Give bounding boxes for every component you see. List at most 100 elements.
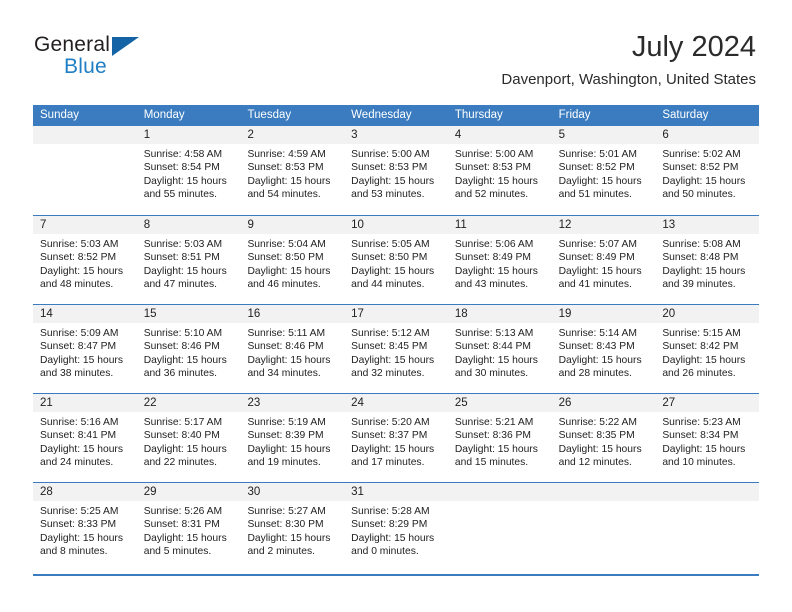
daylight-text-line1: Daylight: 15 hours	[454, 354, 538, 366]
daylight-text-line2: and 15 minutes.	[454, 457, 529, 469]
day-details: Sunrise: 5:14 AM Sunset: 8:43 PM Dayligh…	[552, 323, 656, 381]
day-cell[interactable]: 22 Sunrise: 5:17 AM Sunset: 8:40 PM Dayl…	[136, 394, 241, 482]
week-row: 21 Sunrise: 5:16 AM Sunset: 8:41 PM Dayl…	[33, 393, 760, 482]
daylight-text-line1: Daylight: 15 hours	[454, 443, 538, 455]
day-cell[interactable]: 10 Sunrise: 5:05 AM Sunset: 8:50 PM Dayl…	[344, 216, 448, 304]
day-number: 12	[551, 216, 656, 234]
day-cell[interactable]: 5 Sunrise: 5:01 AM Sunset: 8:52 PM Dayli…	[551, 126, 656, 215]
sunset-text: Sunset: 8:51 PM	[143, 252, 220, 264]
daylight-text-line2: and 50 minutes.	[662, 189, 736, 201]
day-cell[interactable]: 2 Sunrise: 4:59 AM Sunset: 8:53 PM Dayli…	[240, 126, 345, 215]
day-cell[interactable]	[655, 483, 760, 571]
week-row: 1 Sunrise: 4:58 AM Sunset: 8:54 PM Dayli…	[33, 126, 760, 215]
day-cell[interactable]: 29 Sunrise: 5:26 AM Sunset: 8:31 PM Dayl…	[136, 483, 241, 571]
day-cell[interactable]: 21 Sunrise: 5:16 AM Sunset: 8:41 PM Dayl…	[33, 394, 137, 482]
day-cell[interactable]: 6 Sunrise: 5:02 AM Sunset: 8:52 PM Dayli…	[655, 126, 760, 215]
sunset-text: Sunset: 8:53 PM	[247, 162, 324, 174]
sunset-text: Sunset: 8:29 PM	[351, 519, 428, 531]
sunrise-text: Sunrise: 5:21 AM	[454, 417, 534, 428]
daylight-text-line2: and 43 minutes.	[454, 279, 529, 291]
sunset-text: Sunset: 8:33 PM	[40, 519, 117, 531]
day-number: 23	[240, 394, 345, 412]
weekday-header-monday: Monday	[143, 109, 185, 121]
day-details: Sunrise: 5:21 AM Sunset: 8:36 PM Dayligh…	[448, 412, 552, 470]
day-number: 24	[344, 394, 448, 412]
week-row: 28 Sunrise: 5:25 AM Sunset: 8:33 PM Dayl…	[33, 482, 760, 571]
sunset-text: Sunset: 8:46 PM	[247, 341, 324, 353]
day-number: 21	[33, 394, 137, 412]
day-cell[interactable]: 8 Sunrise: 5:03 AM Sunset: 8:51 PM Dayli…	[136, 216, 241, 304]
day-cell[interactable]	[33, 126, 137, 215]
daylight-text-line1: Daylight: 15 hours	[662, 443, 746, 455]
daylight-text-line1: Daylight: 15 hours	[351, 265, 435, 277]
day-number: 10	[344, 216, 448, 234]
general-blue-logo[interactable]: General Blue	[34, 33, 174, 85]
sunrise-text: Sunrise: 5:09 AM	[40, 328, 119, 339]
triangle-icon	[112, 37, 139, 56]
daylight-text-line2: and 32 minutes.	[351, 368, 425, 380]
day-cell[interactable]: 30 Sunrise: 5:27 AM Sunset: 8:30 PM Dayl…	[240, 483, 345, 571]
day-cell[interactable]	[551, 483, 656, 571]
day-cell[interactable]: 25 Sunrise: 5:21 AM Sunset: 8:36 PM Dayl…	[447, 394, 552, 482]
sunrise-text: Sunrise: 5:22 AM	[558, 417, 638, 428]
daylight-text-line1: Daylight: 15 hours	[351, 354, 435, 366]
day-number: 19	[551, 305, 656, 323]
sunrise-text: Sunrise: 5:23 AM	[662, 417, 741, 428]
day-cell[interactable]: 13 Sunrise: 5:08 AM Sunset: 8:48 PM Dayl…	[655, 216, 760, 304]
daylight-text-line2: and 51 minutes.	[558, 189, 632, 201]
day-cell[interactable]: 15 Sunrise: 5:10 AM Sunset: 8:46 PM Dayl…	[136, 305, 241, 393]
day-number: 26	[551, 394, 656, 412]
daylight-text-line1: Daylight: 15 hours	[143, 354, 227, 366]
daylight-text-line1: Daylight: 15 hours	[247, 354, 331, 366]
daylight-text-line1: Daylight: 15 hours	[40, 532, 123, 544]
day-cell[interactable]: 24 Sunrise: 5:20 AM Sunset: 8:37 PM Dayl…	[344, 394, 448, 482]
day-cell[interactable]: 16 Sunrise: 5:11 AM Sunset: 8:46 PM Dayl…	[240, 305, 345, 393]
day-cell[interactable]: 28 Sunrise: 5:25 AM Sunset: 8:33 PM Dayl…	[33, 483, 137, 571]
sunrise-text: Sunrise: 4:58 AM	[143, 149, 223, 160]
day-number: 29	[136, 483, 241, 501]
day-cell[interactable]: 14 Sunrise: 5:09 AM Sunset: 8:47 PM Dayl…	[33, 305, 137, 393]
day-details: Sunrise: 5:03 AM Sunset: 8:51 PM Dayligh…	[137, 234, 241, 292]
day-details: Sunrise: 5:03 AM Sunset: 8:52 PM Dayligh…	[33, 234, 137, 292]
day-number: 22	[136, 394, 241, 412]
day-cell[interactable]: 23 Sunrise: 5:19 AM Sunset: 8:39 PM Dayl…	[240, 394, 345, 482]
day-cell[interactable]: 27 Sunrise: 5:23 AM Sunset: 8:34 PM Dayl…	[655, 394, 760, 482]
daylight-text-line1: Daylight: 15 hours	[247, 443, 331, 455]
day-number: 20	[655, 305, 760, 323]
sunset-text: Sunset: 8:35 PM	[558, 430, 635, 442]
daylight-text-line2: and 30 minutes.	[454, 368, 529, 380]
day-cell[interactable]: 26 Sunrise: 5:22 AM Sunset: 8:35 PM Dayl…	[551, 394, 656, 482]
day-cell[interactable]: 12 Sunrise: 5:07 AM Sunset: 8:49 PM Dayl…	[551, 216, 656, 304]
day-number: 30	[240, 483, 345, 501]
day-cell[interactable]: 9 Sunrise: 5:04 AM Sunset: 8:50 PM Dayli…	[240, 216, 345, 304]
day-number: 5	[551, 126, 656, 144]
sunset-text: Sunset: 8:53 PM	[454, 162, 532, 174]
day-cell[interactable]: 3 Sunrise: 5:00 AM Sunset: 8:53 PM Dayli…	[344, 126, 448, 215]
day-cell[interactable]: 11 Sunrise: 5:06 AM Sunset: 8:49 PM Dayl…	[447, 216, 552, 304]
day-cell[interactable]: 20 Sunrise: 5:15 AM Sunset: 8:42 PM Dayl…	[655, 305, 760, 393]
day-cell[interactable]: 18 Sunrise: 5:13 AM Sunset: 8:44 PM Dayl…	[447, 305, 552, 393]
sunrise-text: Sunrise: 5:08 AM	[662, 239, 741, 250]
sunset-text: Sunset: 8:49 PM	[558, 252, 635, 264]
day-cell[interactable]	[447, 483, 552, 571]
day-cell[interactable]: 7 Sunrise: 5:03 AM Sunset: 8:52 PM Dayli…	[33, 216, 137, 304]
sunrise-text: Sunrise: 5:05 AM	[351, 239, 430, 250]
day-details: Sunrise: 5:16 AM Sunset: 8:41 PM Dayligh…	[33, 412, 137, 470]
sunset-text: Sunset: 8:50 PM	[247, 252, 324, 264]
day-number: 7	[33, 216, 137, 234]
day-cell[interactable]: 17 Sunrise: 5:12 AM Sunset: 8:45 PM Dayl…	[344, 305, 448, 393]
day-number: 17	[344, 305, 448, 323]
day-cell[interactable]: 19 Sunrise: 5:14 AM Sunset: 8:43 PM Dayl…	[551, 305, 656, 393]
day-number: 28	[33, 483, 137, 501]
day-details	[552, 501, 656, 505]
daylight-text-line1: Daylight: 15 hours	[143, 443, 227, 455]
day-cell[interactable]: 1 Sunrise: 4:58 AM Sunset: 8:54 PM Dayli…	[136, 126, 241, 215]
day-cell[interactable]: 31 Sunrise: 5:28 AM Sunset: 8:29 PM Dayl…	[344, 483, 448, 571]
day-details	[448, 501, 552, 505]
sunset-text: Sunset: 8:47 PM	[40, 341, 117, 353]
day-details: Sunrise: 5:07 AM Sunset: 8:49 PM Dayligh…	[552, 234, 656, 292]
day-cell[interactable]: 4 Sunrise: 5:00 AM Sunset: 8:53 PM Dayli…	[447, 126, 552, 215]
daylight-text-line2: and 2 minutes.	[247, 546, 315, 558]
daylight-text-line1: Daylight: 15 hours	[351, 532, 435, 544]
day-details: Sunrise: 5:20 AM Sunset: 8:37 PM Dayligh…	[344, 412, 448, 470]
